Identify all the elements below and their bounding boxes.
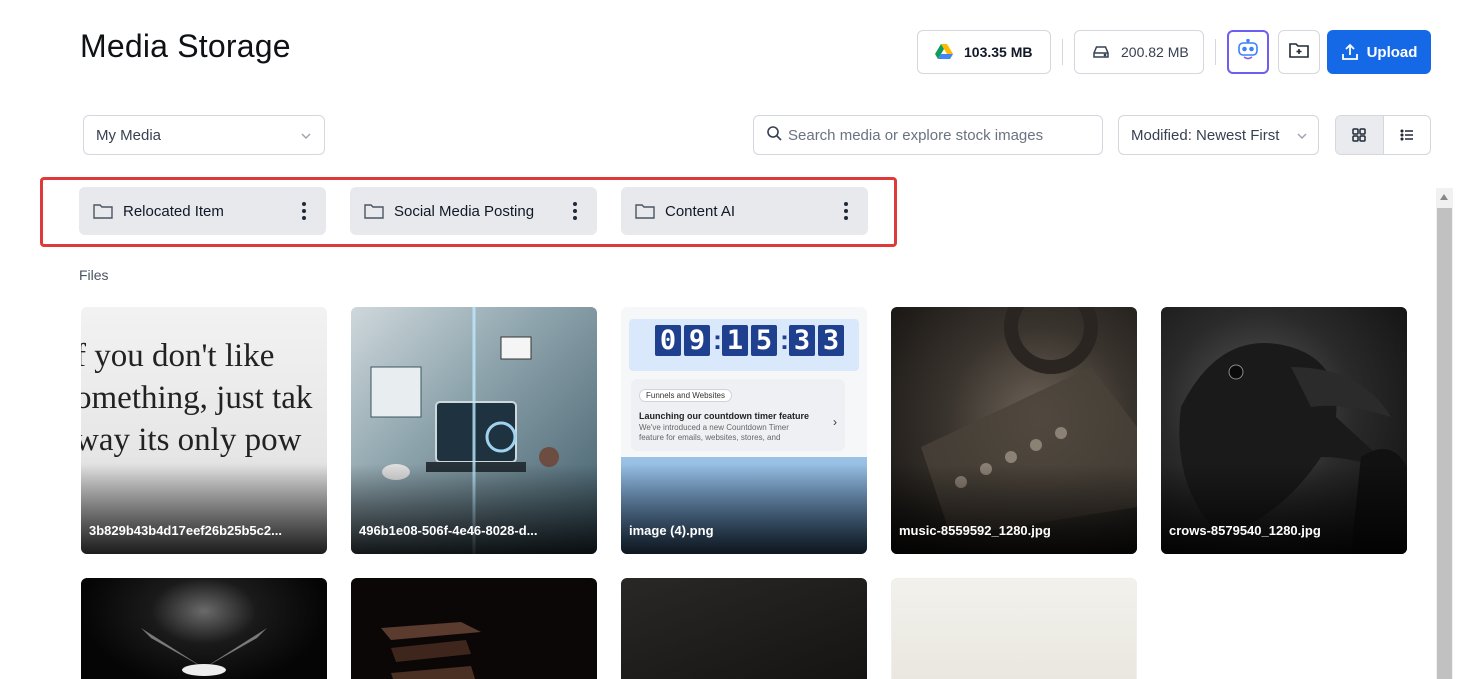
view-toggle [1335,115,1431,155]
file-card[interactable] [891,578,1137,679]
folder-plus-icon [1289,41,1309,64]
file-card[interactable]: f you don't like omething, just tak way … [81,307,327,554]
countdown-timer: 0 9 : 1 5 : 3 3 [655,325,844,356]
file-name: music-8559592_1280.jpg [899,523,1051,538]
page-title: Media Storage [80,28,291,64]
new-folder-button[interactable] [1278,30,1320,74]
file-name: 3b829b43b4d17eef26b25b5c2... [89,523,282,538]
ai-assistant-button[interactable] [1227,30,1269,74]
search-box[interactable] [753,115,1103,155]
grid-icon [1352,128,1366,142]
file-card[interactable] [621,578,867,679]
upload-button[interactable]: Upload [1327,30,1431,74]
search-input[interactable] [788,126,1088,144]
file-name: 496b1e08-506f-4e46-8028-d... [359,523,538,538]
file-card[interactable]: 496b1e08-506f-4e46-8028-d... [351,307,597,554]
upload-icon [1341,43,1358,60]
list-view-button[interactable] [1384,116,1431,154]
folder-name: Social Media Posting [394,202,535,220]
file-grid: f you don't like omething, just tak way … [81,307,1407,679]
search-icon [766,125,782,146]
hard-drive-icon [1091,42,1111,62]
drive-usage-value: 103.35 MB [964,44,1033,60]
file-card[interactable]: music-8559592_1280.jpg [891,307,1137,554]
folder-name: Content AI [665,202,736,220]
folder-item[interactable]: Relocated Item [79,187,326,235]
folder-list: Relocated Item Social Media Posting Cont… [79,187,868,235]
drive-storage-chip[interactable]: 103.35 MB [917,30,1051,74]
thumbnail-image [381,622,481,679]
media-source-value: My Media [96,126,162,144]
file-card[interactable] [81,578,327,679]
folder-item[interactable]: Social Media Posting [350,187,597,235]
folder-name: Relocated Item [123,202,224,220]
list-icon [1400,129,1413,141]
folder-icon [364,204,384,219]
scrollbar-thumb[interactable] [1437,208,1452,679]
preview-text: f you don't like omething, just tak way … [81,338,313,458]
chevron-down-icon [300,127,312,144]
files-section-label: Files [79,267,109,283]
local-storage-chip[interactable]: 200.82 MB [1074,30,1204,74]
upload-label: Upload [1366,43,1418,61]
chevron-down-icon [1296,127,1308,144]
more-options-icon[interactable] [296,202,312,220]
file-name: image (4).png [629,523,714,538]
grid-view-button[interactable] [1336,116,1384,154]
file-card[interactable]: crows-8579540_1280.jpg [1161,307,1407,554]
sort-value: Modified: Newest First [1131,126,1280,144]
vertical-scrollbar[interactable] [1436,188,1453,679]
divider [1062,39,1063,65]
google-drive-icon [934,42,954,62]
top-actions: 103.35 MB 200.82 MB Upload [917,30,1431,74]
file-card[interactable] [351,578,597,679]
local-usage-value: 200.82 MB [1121,44,1189,60]
folder-icon [635,204,655,219]
thumbnail-image [141,628,267,676]
media-source-dropdown[interactable]: My Media [83,115,325,155]
divider [1215,39,1216,65]
chevron-right-icon: › [833,415,837,429]
more-options-icon[interactable] [838,202,854,220]
scroll-up-icon[interactable] [1440,194,1448,200]
folder-icon [93,204,113,219]
file-name: crows-8579540_1280.jpg [1169,523,1321,538]
folder-item[interactable]: Content AI [621,187,868,235]
ai-robot-icon [1236,38,1260,66]
preview-panel: Funnels and Websites Launching our count… [631,379,845,451]
sort-dropdown[interactable]: Modified: Newest First [1118,115,1319,155]
file-card[interactable]: 0 9 : 1 5 : 3 3 Funnels and Websites Lau… [621,307,867,554]
more-options-icon[interactable] [567,202,583,220]
